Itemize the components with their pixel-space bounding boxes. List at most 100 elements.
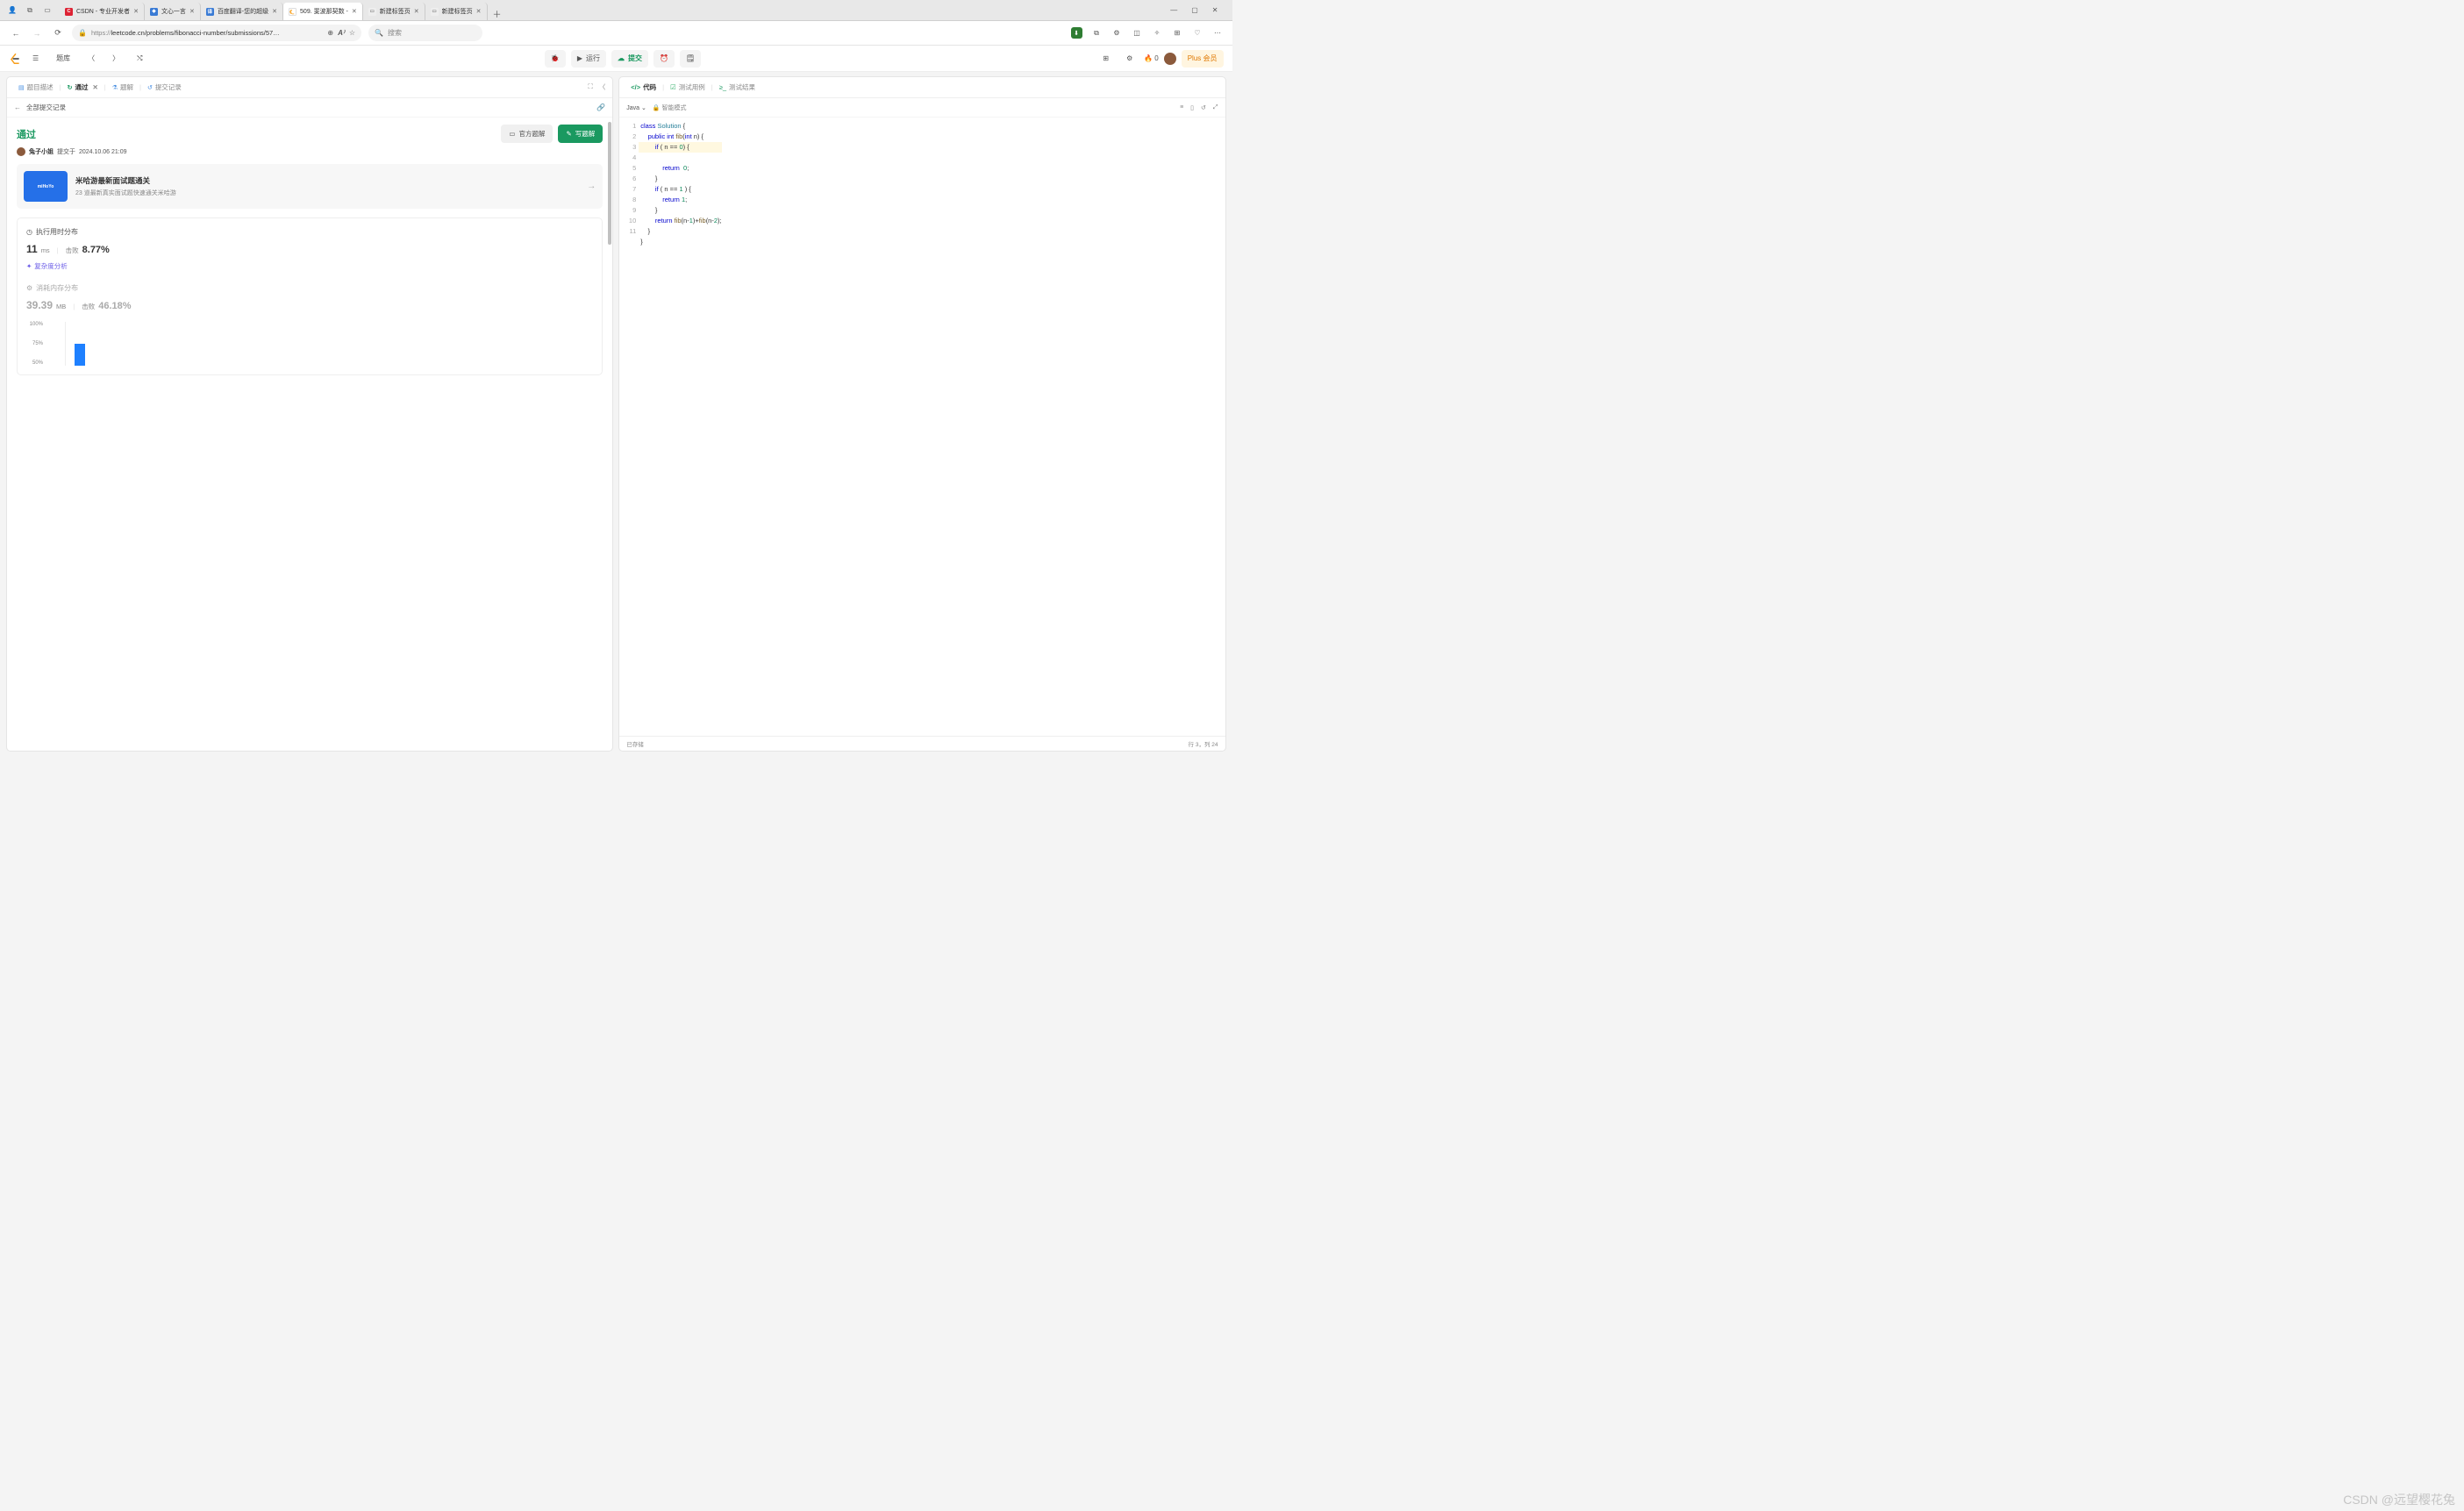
editor-toolbar: Java ⌄ 🔒 智能模式 ≡ ▯ ↺ ⤢ [619,98,1225,118]
close-icon[interactable]: ✕ [189,8,195,15]
runtime-row: 11 ms | 击败 8.77% [26,243,593,255]
promo-card[interactable]: miHoYo 米哈游最新面试题通关 23 道最新真实面试题快速通关米哈游 → [17,164,603,209]
fullscreen-icon[interactable]: ⛶ [589,82,593,92]
all-submissions-label[interactable]: 全部提交记录 [26,103,66,112]
write-solution-button[interactable]: ✎写题解 [558,125,603,143]
code-editor[interactable]: 1234567891011 class Solution { public in… [619,118,1225,736]
reset-icon[interactable]: ↺ [1201,104,1206,111]
tab-label: 509. 斐波那契数 - [300,7,348,16]
stats-card: ◷执行用时分布 11 ms | 击败 8.77% ✦复杂度分析 ⚙消耗内存分布 … [17,217,603,375]
tab-leetcode[interactable]: 509. 斐波那契数 - ✕ [283,3,363,20]
complexity-link[interactable]: ✦复杂度分析 [26,261,593,271]
prev-problem-button[interactable]: 〈 [82,50,101,68]
reading-list-icon[interactable]: ⊞ [1172,27,1183,39]
close-icon[interactable]: ✕ [92,83,97,91]
submitter-avatar[interactable] [17,147,25,156]
left-content: 通过 ▭官方题解 ✎写题解 兔子小姐 提交于 2024.10.06 21:09 … [7,118,612,751]
submit-button[interactable]: ☁ 提交 [611,50,648,68]
cursor-position: 行 3，列 24 [1189,739,1218,748]
right-panel: </>代码 | ☑测试用例 | ≥_测试结果 Java ⌄ 🔒 智能模式 ≡ ▯… [618,76,1225,752]
smart-mode[interactable]: 🔒 智能模式 [653,103,687,112]
save-status: 已存储 [626,739,644,748]
code-content[interactable]: class Solution { public int fib(int n) {… [640,118,721,736]
y-tick: 75% [26,341,43,346]
user-avatar[interactable] [1164,53,1176,65]
plus-button[interactable]: Plus 会员 [1182,50,1224,68]
layout-button[interactable]: ⊞ [1096,50,1115,68]
tab-submissions[interactable]: ↺提交记录 [143,80,186,95]
arrow-right-icon: → [587,182,596,191]
close-window-icon[interactable]: ✕ [1212,6,1218,14]
tab-label: CSDN - 专业开发者 [76,7,130,16]
read-aloud-icon[interactable]: A⁾ [338,29,345,37]
close-icon[interactable]: ✕ [414,8,419,15]
refresh-button[interactable]: ⟳ [51,26,65,40]
chart-bar[interactable] [75,344,85,366]
link-icon[interactable]: 🔗 [596,103,605,111]
back-button[interactable]: ← [9,26,23,40]
workspaces-icon[interactable]: ⧉ [25,5,35,16]
fullscreen-icon[interactable]: ⤢ [1213,104,1218,111]
collapse-icon[interactable]: 〈 [599,82,606,92]
streak-count[interactable]: 🔥 0 [1144,54,1158,62]
downloads-icon[interactable]: ⬇ [1071,27,1082,39]
line-gutter: 1234567891011 [619,118,640,736]
maximize-icon[interactable]: ▢ [1191,6,1198,14]
bookmark-icon[interactable]: ▯ [1190,104,1194,111]
extensions-icon[interactable]: ⚙ [1111,27,1123,39]
official-solution-button[interactable]: ▭官方题解 [501,125,553,143]
tab-label: 文心一言 [161,7,186,16]
address-bar[interactable]: 🔒 https://leetcode.cn/problems/fibonacci… [72,25,361,41]
performance-icon[interactable]: ♡ [1192,27,1203,39]
debug-button[interactable]: 🐞 [545,50,566,68]
scrollbar-thumb[interactable] [608,122,611,245]
collections-icon[interactable]: ⧉ [1091,27,1103,39]
edit-icon: ✎ [566,130,571,138]
timer-button[interactable]: ⏰ [653,50,675,68]
tab-actions-icon[interactable]: ▭ [42,5,53,16]
distribution-chart: 100% 75% 50% [26,322,593,366]
run-button[interactable]: ▶ 运行 [571,50,606,68]
submitter-name[interactable]: 兔子小姐 [29,147,54,156]
tab-results[interactable]: ≥_测试结果 [715,80,760,95]
tab-solutions[interactable]: ⚗题解 [108,80,138,95]
search-box[interactable]: 🔍 搜索 [368,25,482,41]
tab-newtab-1[interactable]: ▭新建标签页✕ [363,3,425,20]
close-icon[interactable]: ✕ [272,8,277,15]
problems-button[interactable]: 题库 [50,50,76,68]
promo-title: 米哈游最新面试题通关 [75,175,176,186]
close-icon[interactable]: ✕ [476,8,482,15]
notes-button[interactable]: 🗒 [680,50,701,68]
next-problem-button[interactable]: 〉 [106,50,125,68]
minimize-icon[interactable]: — [1170,6,1177,14]
random-button[interactable]: ⤭ [131,50,148,68]
favorite-icon[interactable]: ☆ [349,29,355,37]
tab-testcases[interactable]: ☑测试用例 [666,80,710,95]
tab-newtab-2[interactable]: ▭新建标签页✕ [425,3,488,20]
doc-icon: ▤ [18,84,25,91]
language-selector[interactable]: Java ⌄ [626,104,646,111]
tab-code[interactable]: </>代码 [626,80,661,95]
tab-label: 百度翻译-您的超级 [218,7,268,16]
forward-button: → [30,26,44,40]
tab-baidu-translate[interactable]: 译百度翻译-您的超级✕ [201,3,283,20]
tab-wenxin[interactable]: ◆文心一言✕ [145,3,201,20]
close-icon[interactable]: ✕ [133,8,139,15]
tab-accepted[interactable]: ↻通过✕ [63,80,103,95]
leetcode-logo-icon[interactable] [9,53,21,65]
settings-button[interactable]: ⚙ [1120,50,1139,68]
new-tab-button[interactable]: ＋ [488,7,507,20]
split-screen-icon[interactable]: ◫ [1132,27,1143,39]
search-icon: 🔍 [375,29,383,37]
back-icon[interactable]: ← [14,103,21,111]
more-icon[interactable]: ⋯ [1212,27,1224,39]
close-icon[interactable]: ✕ [352,8,357,15]
favorites-icon[interactable]: ✧ [1152,27,1163,39]
result-header: 通过 ▭官方题解 ✎写题解 [17,125,603,143]
tab-description[interactable]: ▤题目描述 [14,80,58,95]
tab-csdn[interactable]: CCSDN - 专业开发者✕ [60,3,145,20]
profile-icon[interactable]: 👤 [7,5,18,16]
format-icon[interactable]: ≡ [1180,104,1183,111]
zoom-icon[interactable]: ⊕ [327,29,333,37]
toggle-sidebar-button[interactable]: ☰ [26,50,45,68]
